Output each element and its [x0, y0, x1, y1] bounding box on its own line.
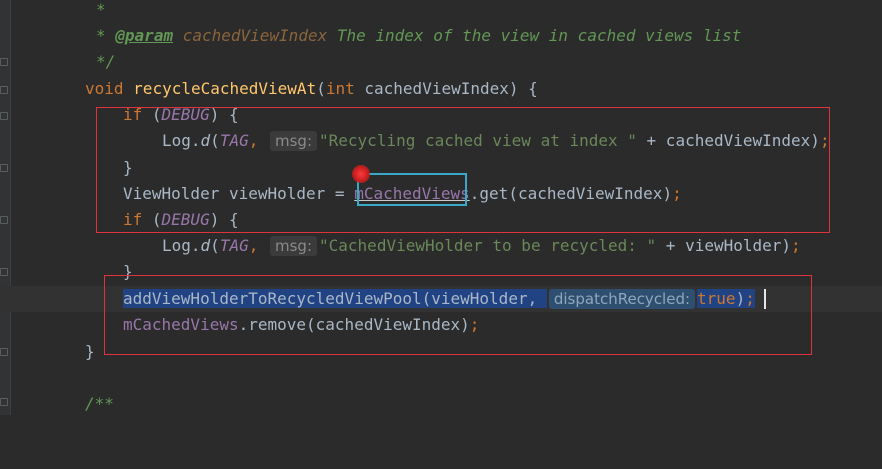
- mouse-cursor-indicator: [352, 165, 370, 183]
- javadoc-end: */: [96, 52, 116, 71]
- parameter-hint: msg:: [270, 236, 318, 256]
- highlight-box-field: [357, 173, 467, 206]
- code-line[interactable]: Log.d(TAG, msg: "CachedViewHolder to be r…: [0, 233, 882, 259]
- javadoc-start: /**: [85, 394, 114, 413]
- method-name: recycleCachedViewAt: [133, 79, 317, 98]
- javadoc-param-line: * @param cachedViewIndex The index of th…: [96, 26, 742, 45]
- closing-brace: }: [85, 342, 95, 361]
- code-line[interactable]: *: [0, 0, 882, 23]
- annotation-box-recycle-block: [104, 275, 812, 355]
- code-line[interactable]: /**: [0, 391, 882, 417]
- log-statement: Log.d(TAG, msg: "CachedViewHolder to be r…: [162, 236, 801, 256]
- code-line[interactable]: void recycleCachedViewAt(int cachedViewI…: [0, 76, 882, 102]
- method-signature: void recycleCachedViewAt(int cachedViewI…: [85, 79, 538, 98]
- javadoc-star: *: [96, 0, 106, 19]
- code-line[interactable]: * @param cachedViewIndex The index of th…: [0, 23, 882, 49]
- code-line[interactable]: */: [0, 49, 882, 75]
- annotation-box-debug-block: [96, 107, 830, 233]
